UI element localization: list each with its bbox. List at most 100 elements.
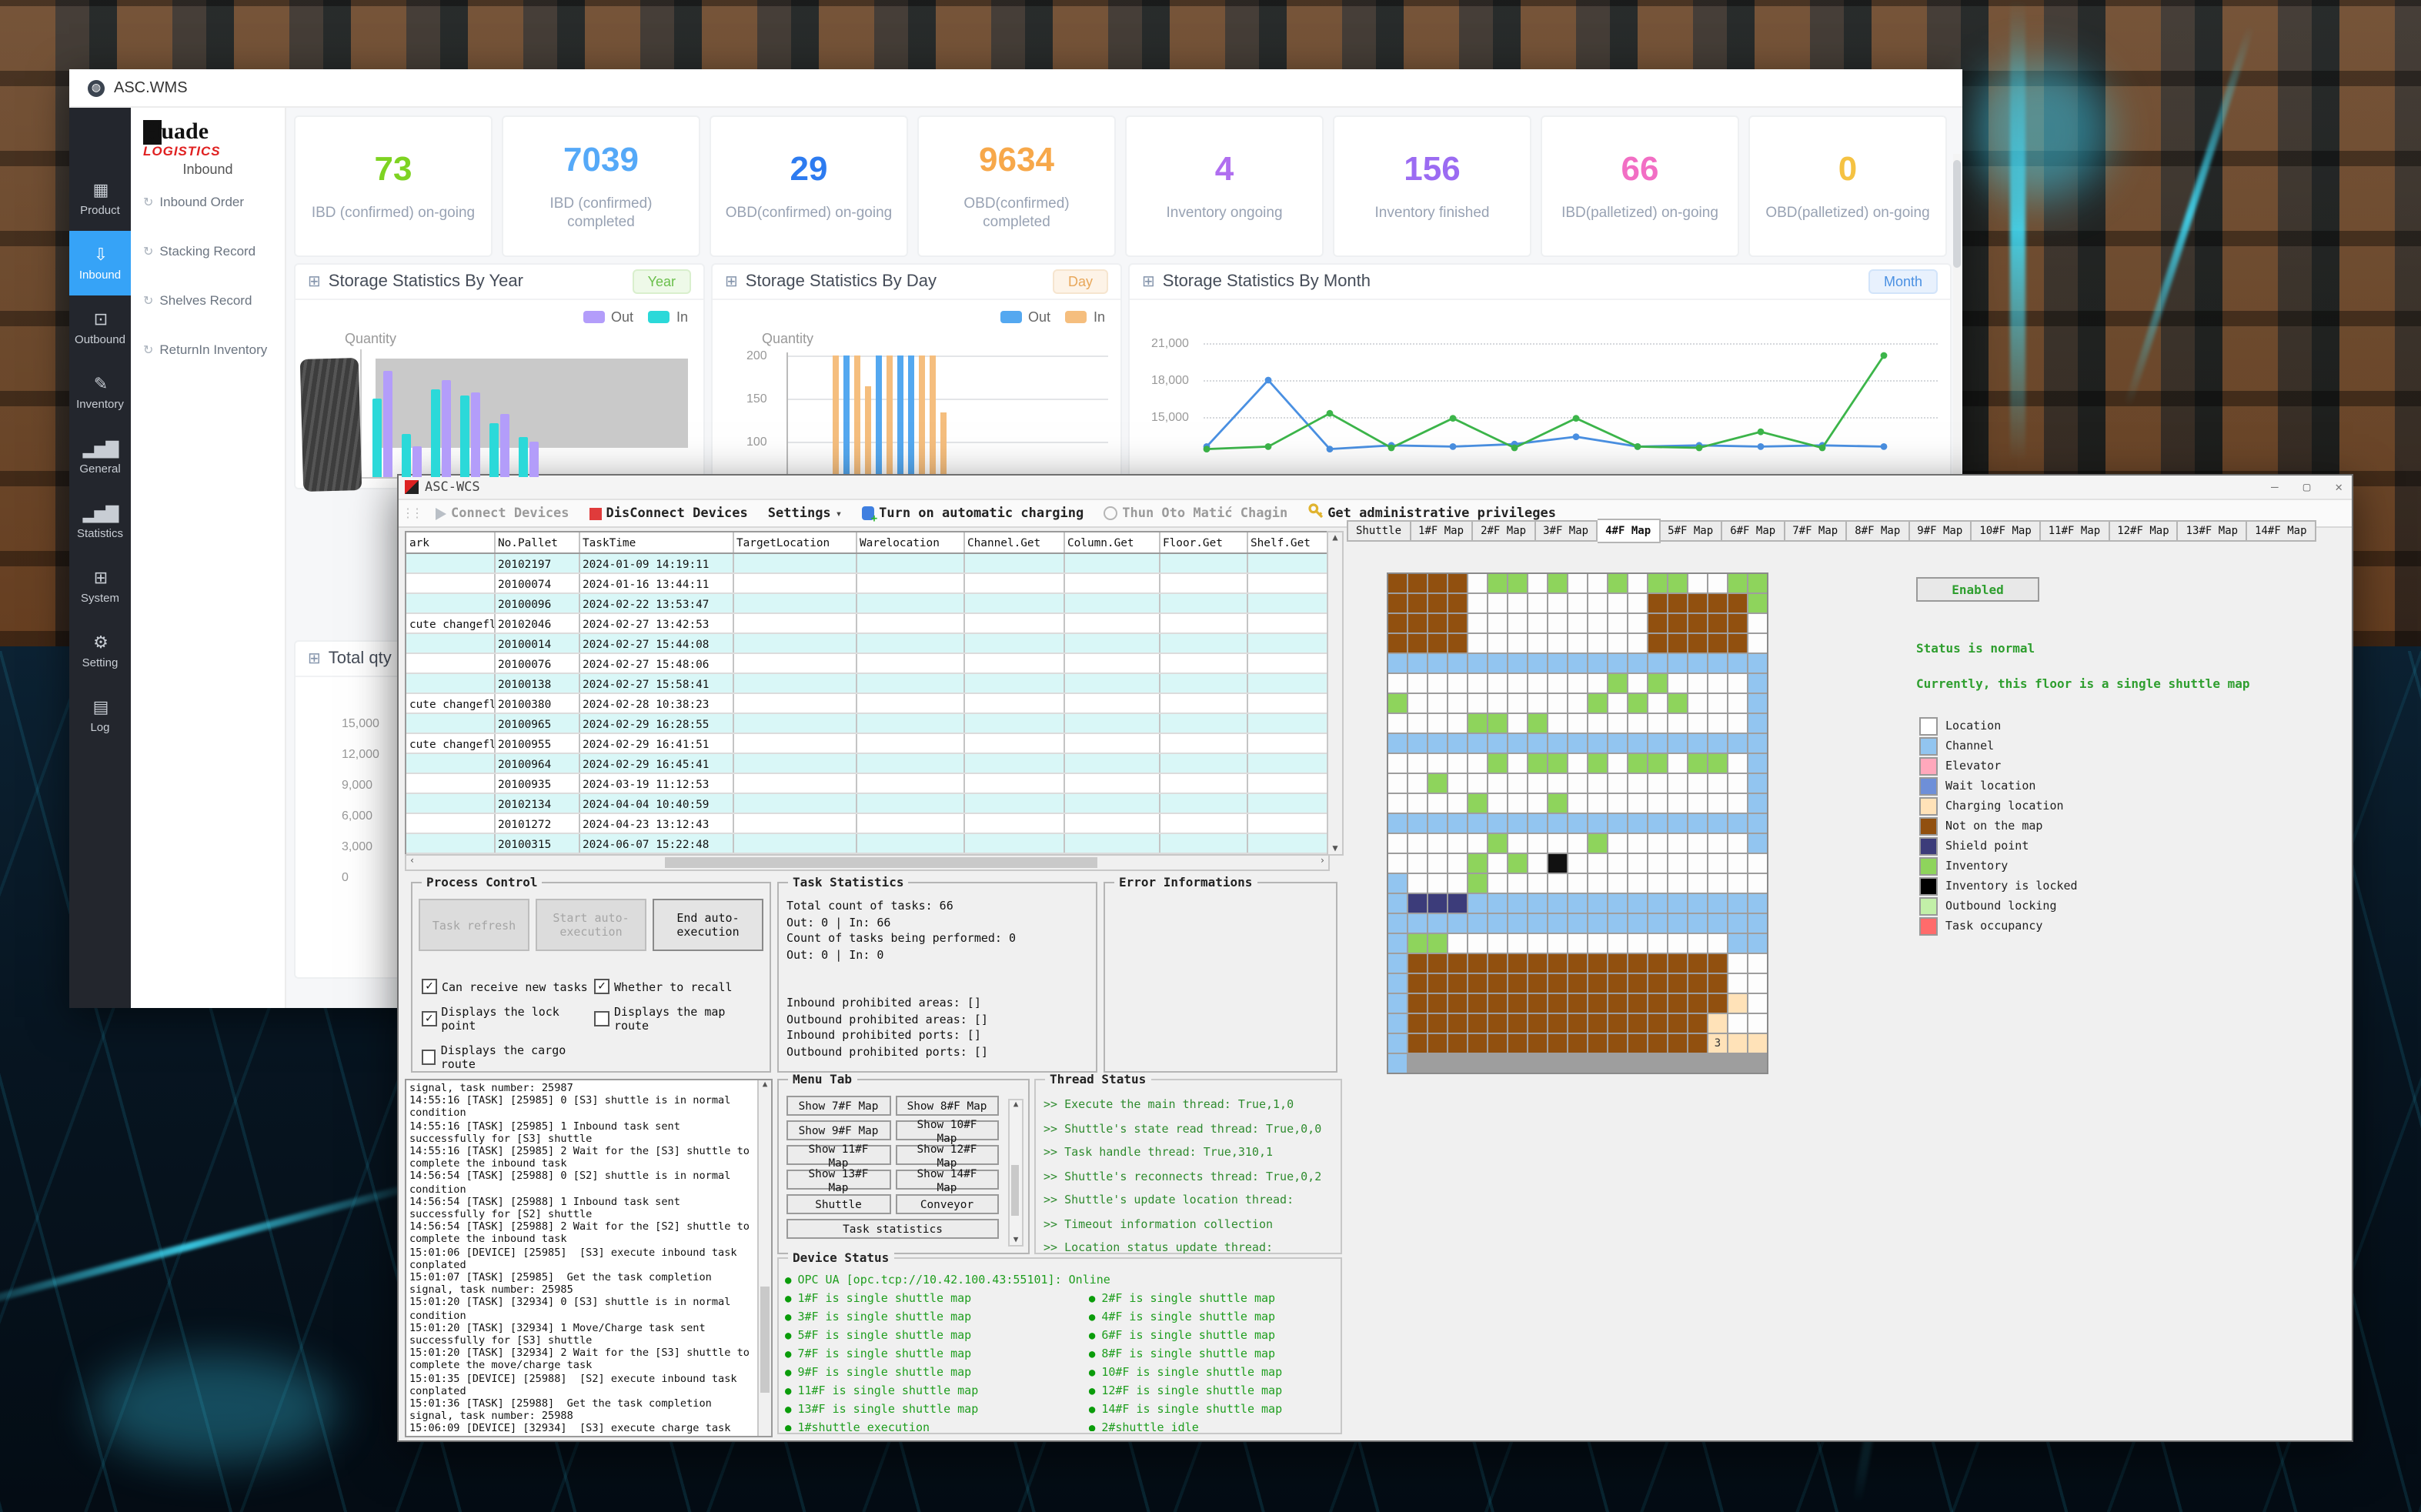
sidebar-item-statistics[interactable]: ▂▅▇Statistics	[69, 489, 131, 554]
map-tab-13-f-map[interactable]: 13#F Map	[2179, 520, 2247, 542]
log-output[interactable]: signal, task number: 25987 14:55:16 [TAS…	[405, 1079, 773, 1437]
table-row[interactable]: cute changefloor task conplated201020462…	[406, 613, 1330, 633]
map-tab-1-f-map[interactable]: 1#F Map	[1411, 520, 1473, 542]
map-tab-9-f-map[interactable]: 9#F Map	[1909, 520, 1972, 542]
table-row[interactable]: 201000962024-02-22 13:53:47	[406, 593, 1330, 613]
map-tab-14-f-map[interactable]: 14#F Map	[2247, 520, 2316, 542]
button-start-auto-execution: Start auto-execution	[536, 899, 646, 951]
column-header-ark[interactable]: ark	[406, 532, 494, 553]
column-header-floor-get[interactable]: Floor.Get	[1159, 532, 1247, 553]
sidebar-item-outbound[interactable]: ⊡Outbound	[69, 295, 131, 360]
floor-map-grid[interactable]: 3	[1387, 572, 1768, 1074]
table-row[interactable]: 201003152024-06-07 15:22:48	[406, 833, 1330, 853]
map-tab-6-f-map[interactable]: 6#F Map	[1722, 520, 1785, 542]
task-table[interactable]: arkNo.PalletTaskTimeTargetLocationWarelo…	[405, 531, 1330, 856]
sidebar-item-product[interactable]: ▦Product	[69, 166, 131, 231]
empty-cell	[1064, 793, 1159, 813]
scroll-left-arrow[interactable]: ‹	[409, 856, 415, 868]
map-tab-11-f-map[interactable]: 11#F Map	[2041, 520, 2109, 542]
table-horizontal-scrollbar[interactable]: ‹ ›	[405, 854, 1330, 871]
map-tab-5-f-map[interactable]: 5#F Map	[1660, 520, 1722, 542]
y-tick-label: 15,000	[342, 716, 379, 730]
table-row[interactable]: 201000742024-01-16 13:44:11	[406, 573, 1330, 593]
map-tab-2-f-map[interactable]: 2#F Map	[1473, 520, 1535, 542]
menu-tab-show-14-f-map[interactable]: Show 14#F Map	[895, 1170, 999, 1190]
submenu-item-stacking-record[interactable]: ↻Stacking Record	[143, 226, 285, 275]
menu-tab-scrollbar[interactable]: ▲▼	[1008, 1099, 1023, 1247]
menu-tab-show-10-f-map[interactable]: Show 10#F Map	[895, 1120, 999, 1140]
column-header-no-pallet[interactable]: No.Pallet	[494, 532, 579, 553]
close-button[interactable]: ✕	[2326, 480, 2352, 494]
table-row[interactable]: 201009642024-02-29 16:45:41	[406, 753, 1330, 773]
year-badge[interactable]: Year	[633, 269, 691, 294]
day-badge[interactable]: Day	[1053, 269, 1108, 294]
map-cell-channel	[1748, 934, 1767, 953]
map-tab-3-f-map[interactable]: 3#F Map	[1535, 520, 1598, 542]
button-end-auto-execution[interactable]: End auto-execution	[653, 899, 763, 951]
menu-tab-show-11-f-map[interactable]: Show 11#F Map	[786, 1145, 890, 1165]
map-cell-not-on-map	[1428, 1034, 1447, 1053]
map-tab-8-f-map[interactable]: 8#F Map	[1847, 520, 1909, 542]
empty-cell	[733, 693, 856, 713]
checkbox-displays-the-map-route[interactable]: Displays the map route	[594, 1005, 766, 1033]
toolbar-turn-on-automatic-charging[interactable]: Turn on automatic charging	[854, 502, 1091, 525]
wms-titlebar[interactable]: ◍ ASC.WMS	[69, 69, 1962, 108]
enabled-button[interactable]: Enabled	[1916, 577, 2039, 602]
table-row[interactable]: 201012722024-04-23 13:12:43	[406, 813, 1330, 833]
sidebar-item-log[interactable]: ▤Log	[69, 683, 131, 748]
column-header-warelocation[interactable]: Warelocation	[856, 532, 963, 553]
month-badge[interactable]: Month	[1868, 269, 1938, 294]
map-tab-7-f-map[interactable]: 7#F Map	[1785, 520, 1847, 542]
column-header-tasktime[interactable]: TaskTime	[579, 532, 733, 553]
table-row[interactable]: 201001382024-02-27 15:58:41	[406, 673, 1330, 693]
stat-card-obd-confirmed-on-going: 29OBD(confirmed) on-going	[710, 115, 908, 257]
column-header-channel-get[interactable]: Channel.Get	[963, 532, 1064, 553]
log-scrollbar[interactable]: ▲	[757, 1080, 771, 1436]
table-row[interactable]: 201009652024-02-29 16:28:55	[406, 713, 1330, 733]
sidebar-item-inventory[interactable]: ✎Inventory	[69, 360, 131, 425]
table-row[interactable]: cute changefloor task conplated201009552…	[406, 733, 1330, 753]
map-tab-4-f-map[interactable]: 4#F Map	[1598, 519, 1660, 543]
menu-tab-show-13-f-map[interactable]: Show 13#F Map	[786, 1170, 890, 1190]
toolbar-settings[interactable]: Settings▾	[760, 502, 850, 525]
table-vertical-scrollbar[interactable]: ▲▼	[1327, 531, 1344, 856]
minimize-button[interactable]: –	[2262, 480, 2288, 494]
menu-tab-show-8-f-map[interactable]: Show 8#F Map	[895, 1096, 999, 1116]
empty-cell	[1247, 733, 1330, 753]
menu-tab-conveyor[interactable]: Conveyor	[895, 1194, 999, 1214]
checkbox-can-receive-new-tasks[interactable]: ✓Can receive new tasks	[422, 979, 594, 994]
submenu-item-returnin-inventory[interactable]: ↻ReturnIn Inventory	[143, 325, 285, 374]
scroll-right-arrow[interactable]: ›	[1320, 856, 1325, 868]
sidebar-item-system[interactable]: ⊞System	[69, 554, 131, 619]
submenu-item-inbound-order[interactable]: ↻Inbound Order	[143, 177, 285, 226]
sidebar-item-inbound[interactable]: ⇩Inbound	[69, 231, 131, 295]
map-tab-10-f-map[interactable]: 10#F Map	[1972, 520, 2040, 542]
menu-tab-show-9-f-map[interactable]: Show 9#F Map	[786, 1120, 890, 1140]
sidebar-item-setting[interactable]: ⚙Setting	[69, 619, 131, 683]
column-header-targetlocation[interactable]: TargetLocation	[733, 532, 856, 553]
table-row[interactable]: cute changefloor task conplated201003802…	[406, 693, 1330, 713]
checkbox-whether-to-recall[interactable]: ✓Whether to recall	[594, 979, 766, 994]
menu-tab-show-12-f-map[interactable]: Show 12#F Map	[895, 1145, 999, 1165]
column-header-column-get[interactable]: Column.Get	[1064, 532, 1159, 553]
checkbox-displays-the-lock-point[interactable]: ✓Displays the lock point	[422, 1005, 594, 1033]
column-header-shelf-get[interactable]: Shelf.Get	[1247, 532, 1330, 553]
table-row[interactable]: 201000142024-02-27 15:44:08	[406, 633, 1330, 653]
table-row[interactable]: 201009352024-03-19 11:12:53	[406, 773, 1330, 793]
maximize-button[interactable]: ▢	[2294, 480, 2320, 494]
map-tab-shuttle[interactable]: Shuttle	[1347, 520, 1411, 542]
menu-tab-shuttle[interactable]: Shuttle	[786, 1194, 890, 1214]
submenu-item-label: ReturnIn Inventory	[159, 342, 267, 357]
table-row[interactable]: 201021972024-01-09 14:19:11	[406, 553, 1330, 573]
submenu-item-shelves-record[interactable]: ↻Shelves Record	[143, 275, 285, 325]
toolbar-disconnect-devices[interactable]: DisConnect Devices	[582, 502, 756, 525]
checkbox-displays-the-cargo-route[interactable]: Displays the cargo route	[422, 1043, 594, 1071]
table-row[interactable]: 201000762024-02-27 15:48:06	[406, 653, 1330, 673]
wcs-titlebar[interactable]: ASC-WCS – ▢ ✕	[399, 476, 2352, 499]
map-cell-location	[1648, 874, 1667, 893]
sidebar-item-general[interactable]: ▂▅▇General	[69, 425, 131, 489]
menu-tab-show-7-f-map[interactable]: Show 7#F Map	[786, 1096, 890, 1116]
table-row[interactable]: 201021342024-04-04 10:40:59	[406, 793, 1330, 813]
map-tab-12-f-map[interactable]: 12#F Map	[2109, 520, 2178, 542]
menu-tab-task-statistics[interactable]: Task statistics	[786, 1219, 999, 1239]
